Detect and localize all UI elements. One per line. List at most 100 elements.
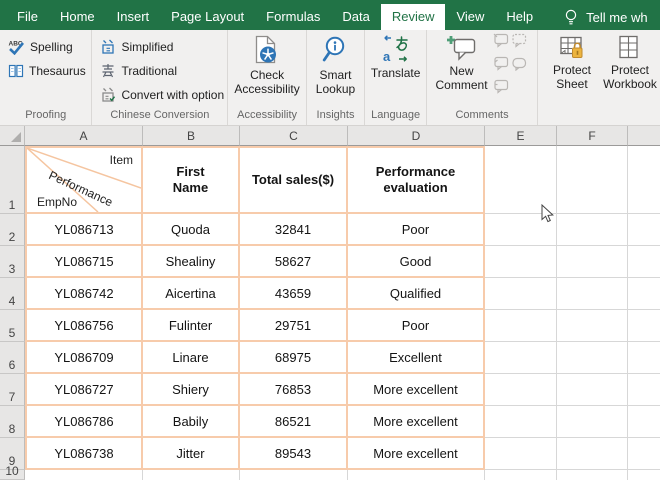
tab-data[interactable]: Data (331, 4, 380, 30)
row-header-5[interactable]: 5 (0, 310, 25, 342)
group-label-insights: Insights (307, 108, 364, 125)
protect-workbook-icon (618, 35, 642, 60)
tell-me-box[interactable]: Tell me wh (564, 4, 647, 30)
gridline (347, 470, 348, 480)
cell-a8[interactable]: YL086786 (27, 406, 143, 438)
protect-sheet-button[interactable]: Protect Sheet (544, 30, 600, 91)
cell-b8[interactable]: Babily (143, 406, 240, 438)
row-header-10-partial[interactable]: 10 (0, 470, 25, 480)
cell-c8[interactable]: 86521 (240, 406, 348, 438)
protect-sheet-icon (560, 35, 584, 60)
cell-a2[interactable]: YL086713 (27, 214, 143, 246)
cell-c9[interactable]: 89543 (240, 438, 348, 470)
delete-comment-icon[interactable] (493, 33, 509, 48)
tab-page-layout[interactable]: Page Layout (160, 4, 255, 30)
cell-a9[interactable]: YL086738 (27, 438, 143, 470)
cell-a7[interactable]: YL086727 (27, 374, 143, 406)
spellcheck-icon: ABC (8, 39, 25, 55)
show-ink-comment-icon[interactable] (511, 33, 527, 48)
ribbon-group-chinese-conversion: Simplified Traditional Convert with (92, 30, 228, 125)
smart-lookup-button[interactable]: Smart Lookup (316, 30, 355, 96)
cell-c2[interactable]: 32841 (240, 214, 348, 246)
simplified-chinese-icon (100, 39, 116, 55)
tab-formulas[interactable]: Formulas (255, 4, 331, 30)
new-comment-button[interactable]: New Comment (436, 30, 488, 92)
row-header-column: 1 2 3 4 5 6 7 8 9 10 (0, 146, 25, 480)
next-comment-icon[interactable] (511, 56, 527, 71)
select-all-corner[interactable] (0, 126, 25, 146)
tab-help[interactable]: Help (495, 4, 544, 30)
cell-c1-header[interactable]: Total sales($) (240, 148, 348, 214)
row-header-4[interactable]: 4 (0, 278, 25, 310)
check-accessibility-icon (254, 35, 281, 65)
tab-view[interactable]: View (445, 4, 495, 30)
col-header-g-partial[interactable] (628, 126, 660, 146)
cell-b7[interactable]: Shiery (143, 374, 240, 406)
check-accessibility-button[interactable]: Check Accessibility (234, 30, 299, 96)
cell-c6[interactable]: 68975 (240, 342, 348, 374)
cell-c7[interactable]: 76853 (240, 374, 348, 406)
col-header-e[interactable]: E (485, 126, 557, 146)
convert-with-option-button[interactable]: Convert with option (97, 84, 227, 106)
col-header-a[interactable]: A (25, 126, 143, 146)
tab-file[interactable]: File (6, 4, 49, 30)
traditional-button[interactable]: Traditional (97, 60, 180, 82)
col-header-c[interactable]: C (240, 126, 348, 146)
cell-b5[interactable]: Fulinter (143, 310, 240, 342)
cell-b3[interactable]: Shealiny (143, 246, 240, 278)
tab-review[interactable]: Review (381, 4, 446, 30)
ribbon-group-comments: New Comment (427, 30, 538, 125)
ribbon-group-protect: Protect Sheet Protect Workbook (538, 30, 660, 125)
cell-d5[interactable]: Poor (348, 310, 485, 342)
cell-a3[interactable]: YL086715 (27, 246, 143, 278)
cell-b2[interactable]: Quoda (143, 214, 240, 246)
cell-b9[interactable]: Jitter (143, 438, 240, 470)
cell-c5[interactable]: 29751 (240, 310, 348, 342)
cell-d9[interactable]: More excellent (348, 438, 485, 470)
cell-d7[interactable]: More excellent (348, 374, 485, 406)
arrow-cursor-icon (541, 204, 555, 223)
cell-a1-diagonal-header[interactable]: Item Performance EmpNo (27, 148, 143, 214)
show-all-comments-icon[interactable] (493, 79, 509, 94)
group-label-proofing: Proofing (0, 108, 91, 125)
gridline (142, 470, 143, 480)
row-header-7[interactable]: 7 (0, 374, 25, 406)
cell-a4[interactable]: YL086742 (27, 278, 143, 310)
row-header-6[interactable]: 6 (0, 342, 25, 374)
previous-comment-icon[interactable] (493, 56, 509, 71)
row-header-3[interactable]: 3 (0, 246, 25, 278)
translate-button[interactable]: a Translate (371, 30, 421, 80)
col-header-b[interactable]: B (143, 126, 240, 146)
cell-a6[interactable]: YL086709 (27, 342, 143, 374)
gridline (627, 146, 628, 480)
cell-d3[interactable]: Good (348, 246, 485, 278)
cell-b1-header[interactable]: First Name (143, 148, 240, 214)
cell-c4[interactable]: 43659 (240, 278, 348, 310)
col-header-d[interactable]: D (348, 126, 485, 146)
tab-insert[interactable]: Insert (106, 4, 161, 30)
a1-label-item: Item (110, 153, 133, 167)
cell-b6[interactable]: Linare (143, 342, 240, 374)
row-header-2[interactable]: 2 (0, 214, 25, 246)
simplified-label: Simplified (121, 40, 173, 54)
cell-d1-header[interactable]: Performance evaluation (348, 148, 485, 214)
thesaurus-button[interactable]: Thesaurus (5, 60, 89, 82)
protect-workbook-button[interactable]: Protect Workbook (600, 30, 660, 91)
cell-d6[interactable]: Excellent (348, 342, 485, 374)
cell-a5[interactable]: YL086756 (27, 310, 143, 342)
new-comment-label: New Comment (436, 64, 488, 92)
simplified-button[interactable]: Simplified (97, 36, 176, 58)
col-header-f[interactable]: F (557, 126, 628, 146)
cell-d8[interactable]: More excellent (348, 406, 485, 438)
ribbon: ABC Spelling Thesaurus Proofing (0, 30, 660, 126)
cell-d4[interactable]: Qualified (348, 278, 485, 310)
tab-home[interactable]: Home (49, 4, 106, 30)
cell-d2[interactable]: Poor (348, 214, 485, 246)
spelling-button[interactable]: ABC Spelling (5, 36, 76, 58)
convert-chinese-icon (100, 87, 116, 103)
cell-b4[interactable]: Aicertina (143, 278, 240, 310)
row-header-1[interactable]: 1 (0, 146, 25, 214)
gridline (484, 470, 485, 480)
row-header-8[interactable]: 8 (0, 406, 25, 438)
cell-c3[interactable]: 58627 (240, 246, 348, 278)
